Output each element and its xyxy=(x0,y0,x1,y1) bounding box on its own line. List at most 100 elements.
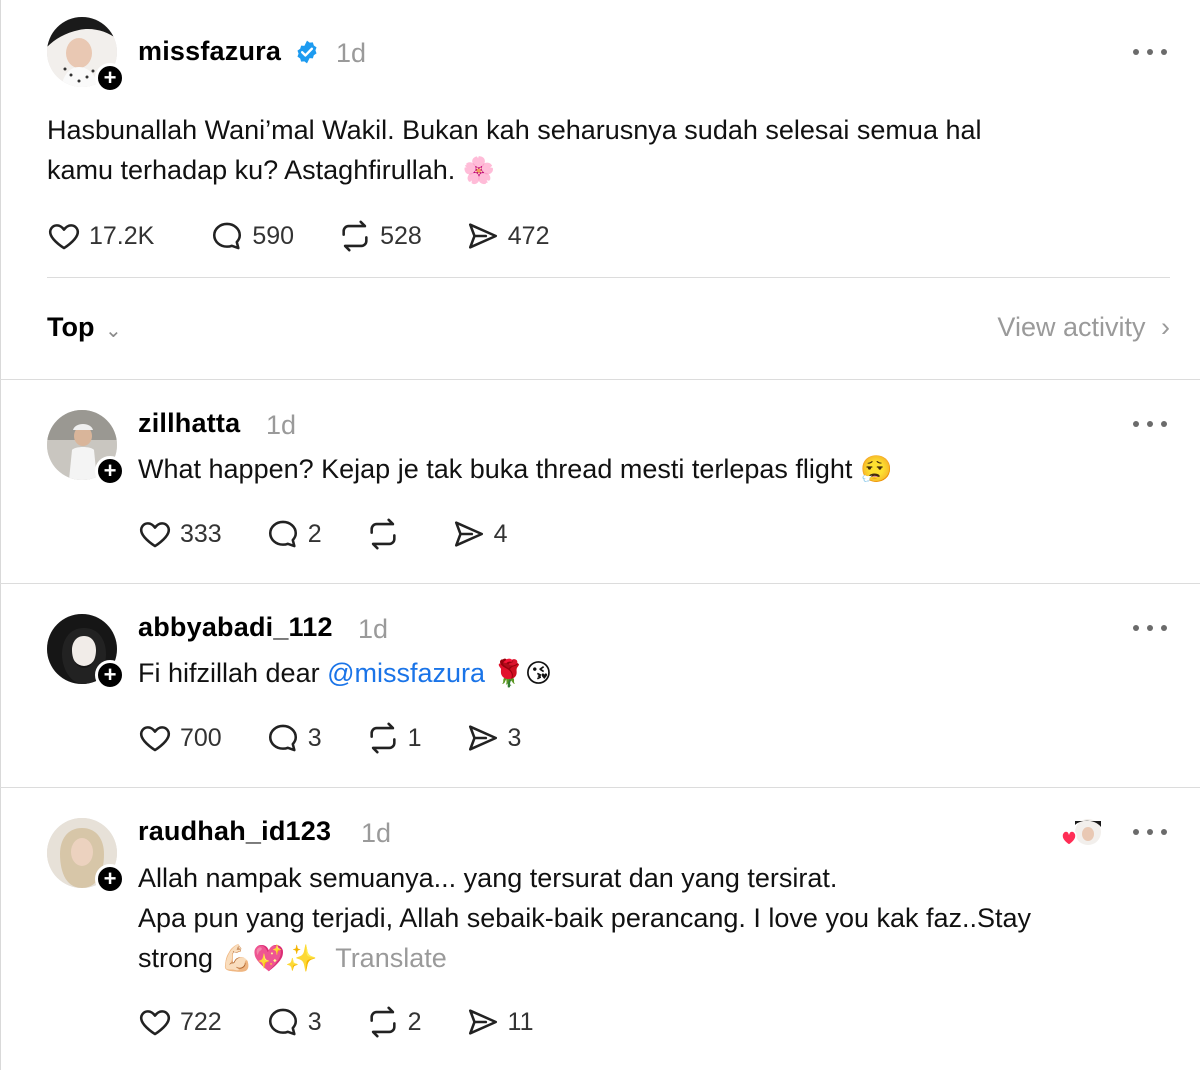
chevron-down-icon[interactable]: ⌄ xyxy=(105,318,122,343)
avatar-abbyabadi[interactable]: + xyxy=(47,614,125,690)
speech-bubble-icon xyxy=(266,517,300,551)
thread-view: + missfazura 1d Hasbunallah Wani’mal Wak… xyxy=(0,0,1200,1070)
heart-icon xyxy=(138,721,172,755)
verified-badge-icon xyxy=(297,40,317,64)
reply-text-line3-wrap: strong 💪🏻💖✨ Translate xyxy=(138,938,447,979)
reply-count: 2 xyxy=(307,519,322,548)
avatar-zillhatta[interactable]: + xyxy=(47,410,125,486)
mention-link[interactable]: @missfazura xyxy=(327,658,485,688)
share-count: 4 xyxy=(493,519,508,548)
reply-text: Fi hifzillah dear xyxy=(138,658,328,688)
repost-button[interactable]: 2 xyxy=(366,1005,422,1039)
post-actions: 17.2K 590 528 472 xyxy=(47,219,594,253)
avatar-raudhah[interactable]: + xyxy=(47,818,125,894)
reply-button[interactable]: 3 xyxy=(266,1005,322,1039)
paper-plane-icon xyxy=(466,1005,500,1039)
reply-time: 1d xyxy=(361,818,392,848)
divider xyxy=(47,277,1170,278)
follow-plus-icon[interactable]: + xyxy=(95,456,125,486)
reply-button[interactable]: 3 xyxy=(266,721,322,755)
paper-plane-icon xyxy=(452,517,486,551)
paper-plane-icon xyxy=(466,721,500,755)
repost-button[interactable] xyxy=(366,517,408,551)
reply-actions: 700 3 1 3 xyxy=(138,721,565,755)
speech-bubble-icon xyxy=(210,219,244,253)
view-activity-link[interactable]: View activity › xyxy=(997,312,1170,343)
more-horizontal-icon[interactable] xyxy=(1133,419,1167,429)
like-button[interactable]: 722 xyxy=(138,1005,222,1039)
sort-bar: Top ⌄ View activity › xyxy=(47,306,1170,356)
reply-username[interactable]: abbyabadi_112 xyxy=(138,612,333,643)
reply-count: 590 xyxy=(252,221,295,250)
share-count: 3 xyxy=(507,723,522,752)
more-horizontal-icon[interactable] xyxy=(1133,47,1167,57)
like-count: 722 xyxy=(180,1007,222,1036)
repost-icon xyxy=(366,517,400,551)
like-count: 17.2K xyxy=(89,221,155,250)
like-button[interactable]: 17.2K xyxy=(47,219,154,253)
like-button[interactable]: 700 xyxy=(138,721,222,755)
reply-actions: 722 3 2 11 xyxy=(138,1005,577,1039)
translate-link[interactable]: Translate xyxy=(335,943,447,973)
divider xyxy=(0,583,1200,584)
reply-username[interactable]: zillhatta xyxy=(138,408,240,439)
reply-count: 3 xyxy=(307,723,322,752)
follow-plus-icon[interactable]: + xyxy=(95,63,125,93)
reply-text: What happen? Kejap je tak buka thread me… xyxy=(138,454,853,484)
liked-by-author-avatar xyxy=(1060,817,1104,851)
share-button[interactable]: 472 xyxy=(466,219,550,253)
exhale-emoji: 😮‍💨 xyxy=(859,455,893,485)
main-post: + missfazura 1d Hasbunallah Wani’mal Wak… xyxy=(0,0,1200,380)
reply-text-line3: strong xyxy=(138,943,214,973)
repost-icon xyxy=(338,219,372,253)
like-count: 700 xyxy=(180,723,222,752)
view-activity-label: View activity xyxy=(997,312,1146,342)
follow-plus-icon[interactable]: + xyxy=(95,660,125,690)
heart-icon xyxy=(138,1005,172,1039)
repost-icon xyxy=(366,721,400,755)
repost-count: 2 xyxy=(407,1007,422,1036)
speech-bubble-icon xyxy=(266,721,300,755)
post-text-line1: Hasbunallah Wani’mal Wakil. Bukan kah se… xyxy=(47,115,982,145)
share-count: 11 xyxy=(507,1007,534,1036)
heart-icon xyxy=(138,517,172,551)
share-button[interactable]: 3 xyxy=(466,721,522,755)
post-text-line2: kamu terhadap ku? Astaghfirullah. xyxy=(47,155,456,185)
reply-text-wrap: Fi hifzillah dear @missfazura 🌹😘 xyxy=(138,653,552,694)
more-horizontal-icon[interactable] xyxy=(1133,827,1167,837)
repost-button[interactable]: 1 xyxy=(366,721,422,755)
share-button[interactable]: 4 xyxy=(452,517,508,551)
heart-icon xyxy=(47,219,81,253)
divider xyxy=(0,379,1200,380)
post-username[interactable]: missfazura xyxy=(138,36,281,67)
like-button[interactable]: 333 xyxy=(138,517,222,551)
post-text-line2-wrap: kamu terhadap ku? Astaghfirullah. 🌸 xyxy=(47,150,495,191)
rose-kiss-emoji: 🌹😘 xyxy=(492,659,553,689)
reply-button[interactable]: 590 xyxy=(210,219,294,253)
reply-username[interactable]: raudhah_id123 xyxy=(138,816,331,847)
reply-text-line2: Apa pun yang terjadi, Allah sebaik-baik … xyxy=(138,903,1032,933)
reply-time: 1d xyxy=(358,614,389,644)
speech-bubble-icon xyxy=(266,1005,300,1039)
like-count: 333 xyxy=(180,519,222,548)
strong-heart-sparkle-emoji: 💪🏻💖✨ xyxy=(220,944,318,974)
more-horizontal-icon[interactable] xyxy=(1133,623,1167,633)
reply-count: 3 xyxy=(307,1007,322,1036)
post-time: 1d xyxy=(336,38,367,68)
reply-time: 1d xyxy=(266,410,297,440)
repost-button[interactable]: 528 xyxy=(338,219,422,253)
repost-count: 528 xyxy=(380,221,422,250)
reply-actions: 333 2 4 xyxy=(138,517,552,551)
paper-plane-icon xyxy=(466,219,500,253)
follow-plus-icon[interactable]: + xyxy=(95,864,125,894)
avatar-missfazura[interactable]: + xyxy=(47,17,125,93)
share-button[interactable]: 11 xyxy=(466,1005,534,1039)
flower-emoji: 🌸 xyxy=(462,156,496,186)
reply-text-wrap: What happen? Kejap je tak buka thread me… xyxy=(138,449,892,490)
sort-dropdown[interactable]: Top xyxy=(47,312,94,343)
divider xyxy=(0,787,1200,788)
repost-count: 1 xyxy=(407,723,422,752)
share-count: 472 xyxy=(507,221,550,250)
reply-button[interactable]: 2 xyxy=(266,517,322,551)
reply-text-line1: Allah nampak semuanya... yang tersurat d… xyxy=(138,863,838,893)
